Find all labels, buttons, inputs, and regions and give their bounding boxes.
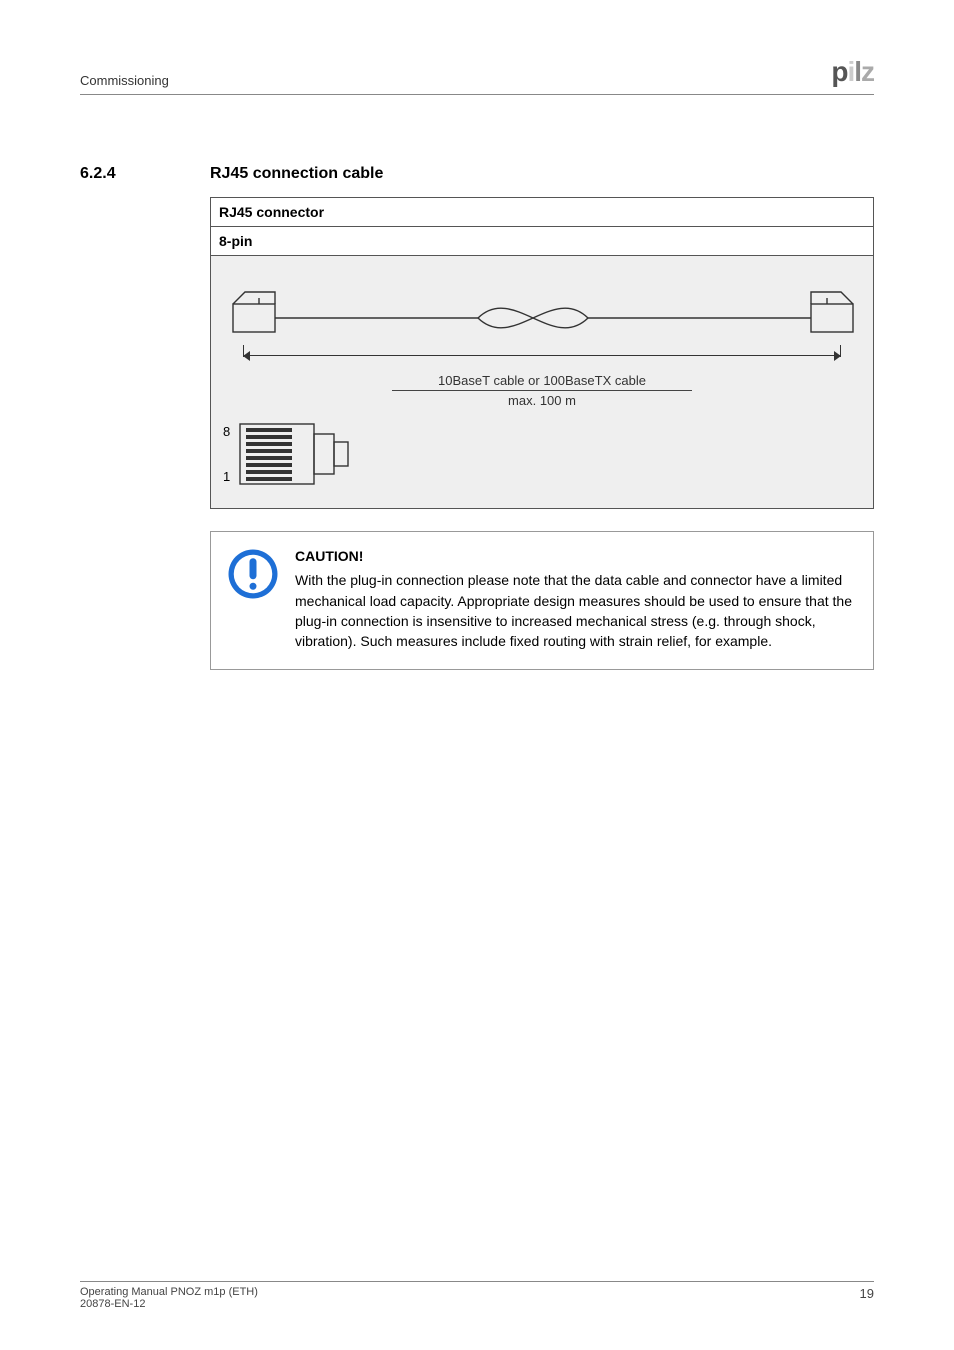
caution-title: CAUTION! — [295, 546, 859, 566]
cable-label-bot: max. 100 m — [392, 390, 692, 408]
section-number: 6.2.4 — [80, 165, 210, 183]
figure-table: RJ45 connector 8-pin — [210, 197, 874, 509]
caution-icon — [225, 546, 281, 602]
brand-logo: pilz — [831, 56, 874, 88]
figure-heading-1: RJ45 connector — [211, 198, 873, 227]
caution-body: With the plug-in connection please note … — [295, 572, 852, 649]
footer-line-2: 20878-EN-12 — [80, 1298, 258, 1310]
page-number: 19 — [860, 1286, 874, 1310]
pin-label-8: 8 — [223, 424, 230, 439]
cable-label-top: 10BaseT cable or 100BaseTX cable — [223, 373, 861, 388]
breadcrumb: Commissioning — [80, 73, 169, 88]
caution-box: CAUTION! With the plug-in connection ple… — [210, 531, 874, 670]
pin-label-1: 1 — [223, 469, 230, 484]
rj45-face-icon — [236, 422, 366, 486]
cable-diagram — [223, 274, 863, 354]
figure-heading-2: 8-pin — [211, 227, 873, 256]
section-title: RJ45 connection cable — [210, 165, 383, 183]
footer-line-1: Operating Manual PNOZ m1p (ETH) — [80, 1286, 258, 1298]
